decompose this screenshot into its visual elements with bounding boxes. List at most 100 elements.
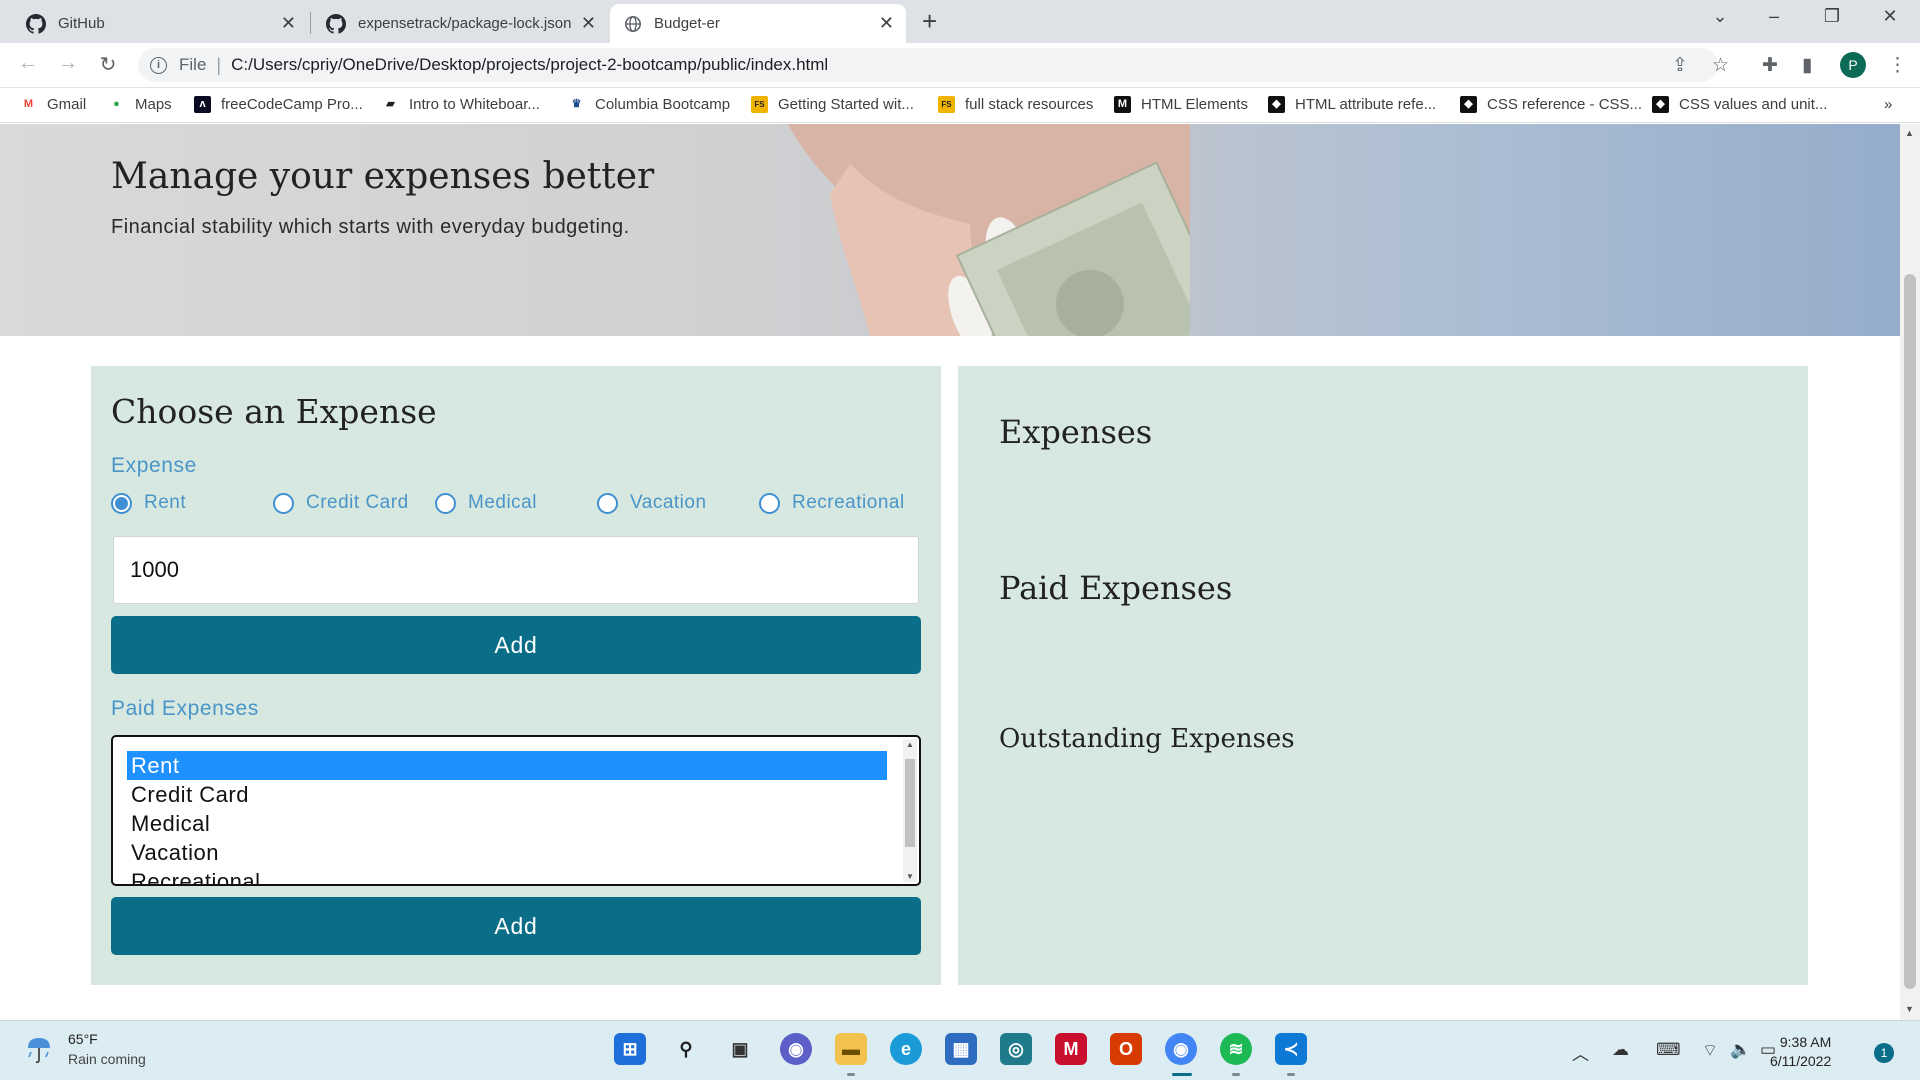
bookmark-html-attribute[interactable]: ◆ HTML attribute refe... bbox=[1268, 96, 1436, 113]
app-icon[interactable]: ◎ bbox=[1000, 1033, 1032, 1065]
paid-expenses-heading: Paid Expenses bbox=[999, 569, 1233, 607]
address-bar[interactable]: i File | C:/Users/cpriy/OneDrive/Desktop… bbox=[138, 48, 1718, 82]
outstanding-expenses-heading: Outstanding Expenses bbox=[999, 724, 1295, 754]
tab-budget-er[interactable]: Budget-er ✕ bbox=[610, 4, 906, 43]
volume-icon[interactable]: 🔈 bbox=[1730, 1040, 1751, 1060]
minimize-icon[interactable]: – bbox=[1754, 6, 1794, 27]
radio-label: Vacation bbox=[630, 492, 707, 513]
radio-vacation[interactable]: Vacation bbox=[597, 492, 707, 514]
bookmark-css-values[interactable]: ◆ CSS values and unit... bbox=[1652, 96, 1827, 113]
windows-start-icon[interactable]: ⊞ bbox=[614, 1033, 646, 1065]
weather-widget[interactable]: 65°F Rain coming bbox=[22, 1031, 146, 1067]
bookmark-maps[interactable]: ● Maps bbox=[108, 96, 172, 113]
notification-badge[interactable]: 1 bbox=[1874, 1043, 1894, 1063]
radio-unchecked-icon[interactable] bbox=[435, 492, 456, 514]
bookmark-full-stack[interactable]: FS full stack resources bbox=[938, 96, 1093, 113]
system-clock[interactable]: 9:38 AM 6/11/2022 bbox=[1770, 1033, 1831, 1071]
bookmark-getting-started[interactable]: FS Getting Started wit... bbox=[751, 96, 914, 113]
expense-radio-group: Rent Credit Card Medical Vacation Recrea… bbox=[111, 492, 921, 518]
bookmarks-bar: M Gmail ● Maps ʌ freeCodeCamp Pro... ▰ Intro… bbox=[0, 88, 1920, 123]
chat-icon[interactable]: ◉ bbox=[780, 1033, 812, 1065]
scroll-down-arrow-icon[interactable]: ▼ bbox=[1905, 1004, 1914, 1014]
radio-checked-icon[interactable] bbox=[111, 492, 132, 514]
scroll-up-arrow-icon[interactable]: ▲ bbox=[906, 740, 914, 749]
tray-overflow-icon[interactable]: ︿ bbox=[1572, 1040, 1589, 1065]
radio-label: Recreational bbox=[792, 492, 905, 513]
radio-credit-card[interactable]: Credit Card bbox=[273, 492, 409, 514]
new-tab-button[interactable]: + bbox=[922, 8, 937, 34]
radio-unchecked-icon[interactable] bbox=[759, 492, 780, 514]
wifi-icon[interactable]: ⌔ bbox=[1702, 1040, 1718, 1061]
columbia-icon: ♛ bbox=[571, 98, 582, 110]
back-icon[interactable]: ← bbox=[14, 52, 42, 75]
tab-package-lock[interactable]: expensetrack/package-lock.json ✕ bbox=[312, 4, 608, 43]
bookmark-whiteboard[interactable]: ▰ Intro to Whiteboar... bbox=[382, 96, 540, 113]
github-icon bbox=[326, 13, 346, 34]
side-panel-icon[interactable]: ▮ bbox=[1802, 54, 1812, 77]
tab-search-icon[interactable]: ⌄ bbox=[1700, 6, 1740, 27]
paid-expenses-listbox[interactable]: Rent Credit Card Medical Vacation Recrea… bbox=[111, 735, 921, 886]
menu-kebab-icon[interactable]: ⋮ bbox=[1888, 54, 1907, 77]
address-divider: | bbox=[216, 54, 222, 75]
list-option-medical[interactable]: Medical bbox=[127, 809, 887, 838]
profile-avatar[interactable]: P bbox=[1840, 52, 1866, 78]
listbox-scroll-thumb[interactable] bbox=[905, 759, 915, 847]
keyboard-icon[interactable]: ⌨ bbox=[1656, 1040, 1681, 1060]
radio-recreational[interactable]: Recreational bbox=[759, 492, 905, 514]
tab-github[interactable]: GitHub ✕ bbox=[12, 4, 308, 43]
list-option-recreational[interactable]: Recreational bbox=[127, 867, 887, 884]
address-url[interactable]: C:/Users/cpriy/OneDrive/Desktop/projects… bbox=[231, 55, 828, 75]
bookmark-html-elements[interactable]: M HTML Elements bbox=[1114, 96, 1248, 113]
expense-amount-input[interactable] bbox=[113, 536, 919, 604]
extensions-icon[interactable]: ✚ bbox=[1762, 54, 1778, 77]
spotify-icon[interactable]: ≋ bbox=[1220, 1033, 1252, 1065]
radio-label: Credit Card bbox=[306, 492, 409, 513]
radio-unchecked-icon[interactable] bbox=[597, 492, 618, 514]
search-icon[interactable]: ⚲ bbox=[670, 1033, 702, 1065]
radio-unchecked-icon[interactable] bbox=[273, 492, 294, 514]
browser-toolbar: ← → ↻ i File | C:/Users/cpriy/OneDrive/D… bbox=[0, 43, 1920, 88]
page-scroll-thumb[interactable] bbox=[1904, 274, 1916, 989]
freecodecamp-icon: ʌ bbox=[194, 96, 211, 113]
fullstack-icon: FS bbox=[938, 96, 955, 113]
bookmark-gmail[interactable]: M Gmail bbox=[20, 96, 86, 113]
close-tab-icon[interactable]: ✕ bbox=[281, 13, 296, 34]
close-window-icon[interactable]: ✕ bbox=[1870, 6, 1910, 27]
scroll-down-arrow-icon[interactable]: ▼ bbox=[906, 872, 914, 881]
bookmark-columbia[interactable]: ♛ Columbia Bootcamp bbox=[568, 96, 731, 113]
bookmark-star-icon[interactable]: ☆ bbox=[1712, 54, 1729, 77]
forward-icon[interactable]: → bbox=[54, 52, 82, 75]
onedrive-icon[interactable]: ☁ bbox=[1612, 1040, 1629, 1060]
fullstack-icon: FS bbox=[751, 96, 768, 113]
mcafee-icon[interactable]: M bbox=[1055, 1033, 1087, 1065]
bookmark-label: Gmail bbox=[47, 96, 87, 113]
close-tab-icon[interactable]: ✕ bbox=[581, 13, 596, 34]
radio-medical[interactable]: Medical bbox=[435, 492, 537, 514]
page-scrollbar[interactable]: ▲ ▼ bbox=[1900, 124, 1920, 1020]
list-option-credit-card[interactable]: Credit Card bbox=[127, 780, 887, 809]
vscode-icon[interactable]: ≺ bbox=[1275, 1033, 1307, 1065]
close-tab-icon[interactable]: ✕ bbox=[879, 13, 894, 34]
file-explorer-icon[interactable]: ▬ bbox=[835, 1033, 867, 1065]
bookmarks-overflow-icon[interactable]: » bbox=[1884, 96, 1892, 113]
weather-description: Rain coming bbox=[68, 1051, 146, 1067]
bookmark-css-reference[interactable]: ◆ CSS reference - CSS... bbox=[1460, 96, 1642, 113]
share-icon[interactable]: ⇪ bbox=[1672, 54, 1688, 77]
listbox-scrollbar[interactable]: ▲ ▼ bbox=[903, 739, 917, 882]
bookmark-freecodecamp[interactable]: ʌ freeCodeCamp Pro... bbox=[194, 96, 363, 113]
task-view-icon[interactable]: ▣ bbox=[724, 1033, 756, 1065]
restore-icon[interactable]: ❐ bbox=[1812, 6, 1852, 27]
list-option-vacation[interactable]: Vacation bbox=[127, 838, 887, 867]
scroll-up-arrow-icon[interactable]: ▲ bbox=[1905, 128, 1914, 138]
reload-icon[interactable]: ↻ bbox=[94, 52, 122, 77]
list-option-rent[interactable]: Rent bbox=[127, 751, 887, 780]
store-icon[interactable]: ▦ bbox=[945, 1033, 977, 1065]
add-paid-expense-button[interactable]: Add bbox=[111, 897, 921, 955]
gmail-icon: M bbox=[23, 98, 34, 110]
edge-icon[interactable]: e bbox=[890, 1033, 922, 1065]
chrome-icon[interactable]: ◉ bbox=[1165, 1033, 1197, 1065]
add-expense-button[interactable]: Add bbox=[111, 616, 921, 674]
info-icon[interactable]: i bbox=[150, 56, 167, 74]
office-icon[interactable]: O bbox=[1110, 1033, 1142, 1065]
radio-rent[interactable]: Rent bbox=[111, 492, 186, 514]
